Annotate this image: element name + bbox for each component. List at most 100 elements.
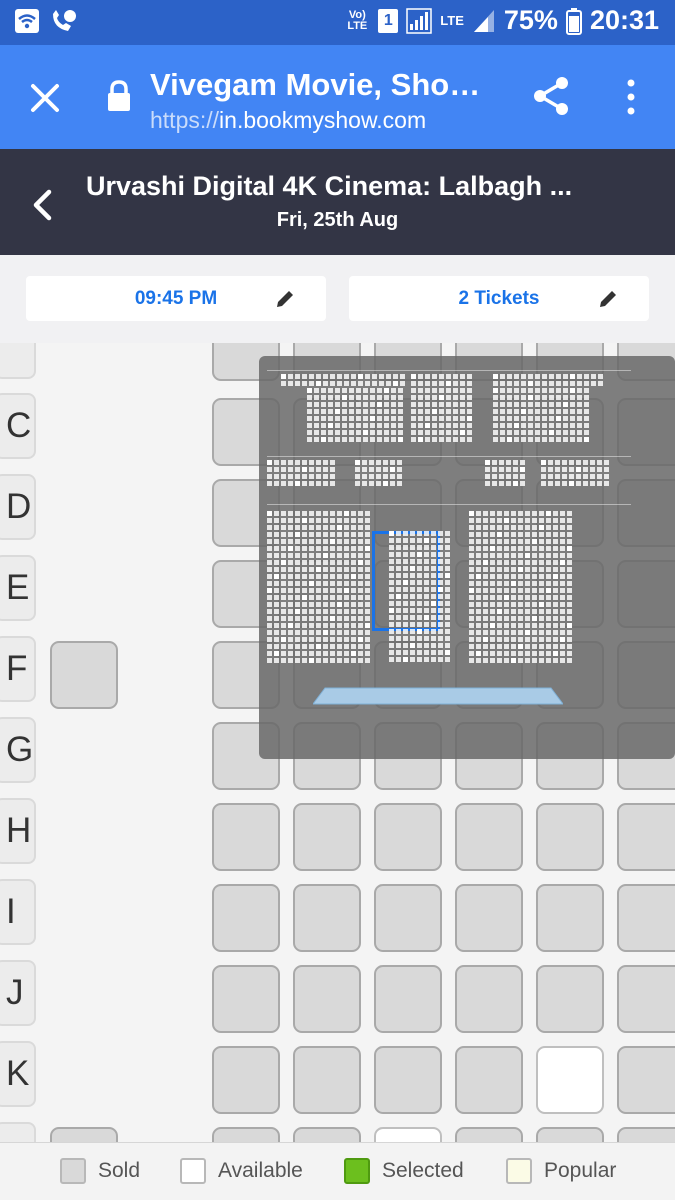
minimap-seat [274, 460, 279, 465]
seat[interactable] [293, 965, 361, 1033]
minimap-seat [302, 595, 307, 600]
minimap-seat [570, 416, 575, 421]
minimap-seat [528, 416, 533, 421]
minimap-seat [431, 545, 436, 550]
minimap-seat [514, 409, 519, 414]
minimap-seat [342, 395, 347, 400]
minimap-seat [493, 388, 498, 393]
seat[interactable] [293, 884, 361, 952]
minimap-seat [411, 430, 416, 435]
ticket-count-selector[interactable]: 2 Tickets [349, 276, 649, 321]
minimap-seat [424, 629, 429, 634]
minimap-seat [349, 395, 354, 400]
minimap-seat [288, 630, 293, 635]
seat[interactable] [50, 641, 118, 709]
seat[interactable] [374, 965, 442, 1033]
minimap-seat [453, 395, 458, 400]
minimap-seat [403, 601, 408, 606]
minimap-seat [377, 416, 382, 421]
minimap-seat [563, 437, 568, 442]
minimap-seat [476, 560, 481, 565]
edit-showtime-icon[interactable] [274, 288, 296, 310]
minimap-seat [553, 609, 558, 614]
minimap-seat [337, 581, 342, 586]
seat[interactable] [617, 1046, 675, 1114]
minimap-seat [389, 587, 394, 592]
seat[interactable] [212, 965, 280, 1033]
seat[interactable] [212, 803, 280, 871]
seat[interactable] [374, 1046, 442, 1114]
minimap-seat [535, 423, 540, 428]
seat[interactable] [212, 1127, 280, 1142]
close-icon[interactable] [26, 79, 64, 117]
minimap-seat [511, 581, 516, 586]
seat[interactable] [455, 965, 523, 1033]
minimap-seat [560, 658, 565, 663]
minimap-seat [351, 560, 356, 565]
seat[interactable] [212, 884, 280, 952]
seat-minimap[interactable] [259, 356, 675, 759]
minimap-seat [396, 622, 401, 627]
minimap-seat [511, 567, 516, 572]
seat[interactable] [374, 803, 442, 871]
seat[interactable] [617, 803, 675, 871]
seat[interactable] [455, 1046, 523, 1114]
minimap-seat [351, 574, 356, 579]
minimap-seat [267, 467, 272, 472]
seat[interactable] [536, 803, 604, 871]
edit-tickets-icon[interactable] [597, 288, 619, 310]
seat[interactable] [374, 884, 442, 952]
seat[interactable] [617, 884, 675, 952]
minimap-seat [418, 409, 423, 414]
minimap-seat [424, 573, 429, 578]
minimap-seat [379, 374, 384, 379]
overflow-menu-icon[interactable] [620, 77, 642, 117]
minimap-seat [584, 402, 589, 407]
minimap-seat [295, 623, 300, 628]
minimap-seat [539, 651, 544, 656]
seat[interactable] [293, 1046, 361, 1114]
minimap-seat [314, 409, 319, 414]
minimap-seat [511, 560, 516, 565]
seat[interactable] [536, 1127, 604, 1142]
minimap-seat [344, 644, 349, 649]
minimap-seat [323, 658, 328, 663]
share-icon[interactable] [530, 75, 572, 117]
minimap-seat [307, 423, 312, 428]
page-title[interactable]: Vivegam Movie, Sho… [150, 67, 480, 103]
minimap-seat [525, 546, 530, 551]
minimap-seat [563, 374, 568, 379]
minimap-seat [323, 467, 328, 472]
minimap-seat [497, 658, 502, 663]
seat[interactable] [536, 884, 604, 952]
minimap-seat [295, 588, 300, 593]
minimap-seat [351, 525, 356, 530]
row-label-g: G [0, 717, 36, 783]
minimap-seat [521, 381, 526, 386]
minimap-seat [483, 623, 488, 628]
seat[interactable] [536, 1046, 604, 1114]
seat[interactable] [455, 884, 523, 952]
minimap-seat [295, 546, 300, 551]
page-url[interactable]: https://in.bookmyshow.com [150, 107, 426, 134]
showtime-selector[interactable]: 09:45 PM [26, 276, 326, 321]
minimap-seat [549, 381, 554, 386]
minimap-seat [314, 423, 319, 428]
seat[interactable] [455, 803, 523, 871]
seat[interactable] [293, 1127, 361, 1142]
seat[interactable] [212, 1046, 280, 1114]
minimap-seat [425, 430, 430, 435]
seat[interactable] [374, 1127, 442, 1142]
seat[interactable] [455, 1127, 523, 1142]
seat[interactable] [50, 1127, 118, 1142]
seat[interactable] [293, 803, 361, 871]
seat[interactable] [617, 965, 675, 1033]
minimap-seat [274, 595, 279, 600]
seat[interactable] [536, 965, 604, 1033]
minimap-seat [424, 636, 429, 641]
minimap-seat [570, 409, 575, 414]
seat[interactable] [617, 1127, 675, 1142]
minimap-seat [504, 560, 509, 565]
minimap-seat [321, 388, 326, 393]
minimap-seat [460, 437, 465, 442]
